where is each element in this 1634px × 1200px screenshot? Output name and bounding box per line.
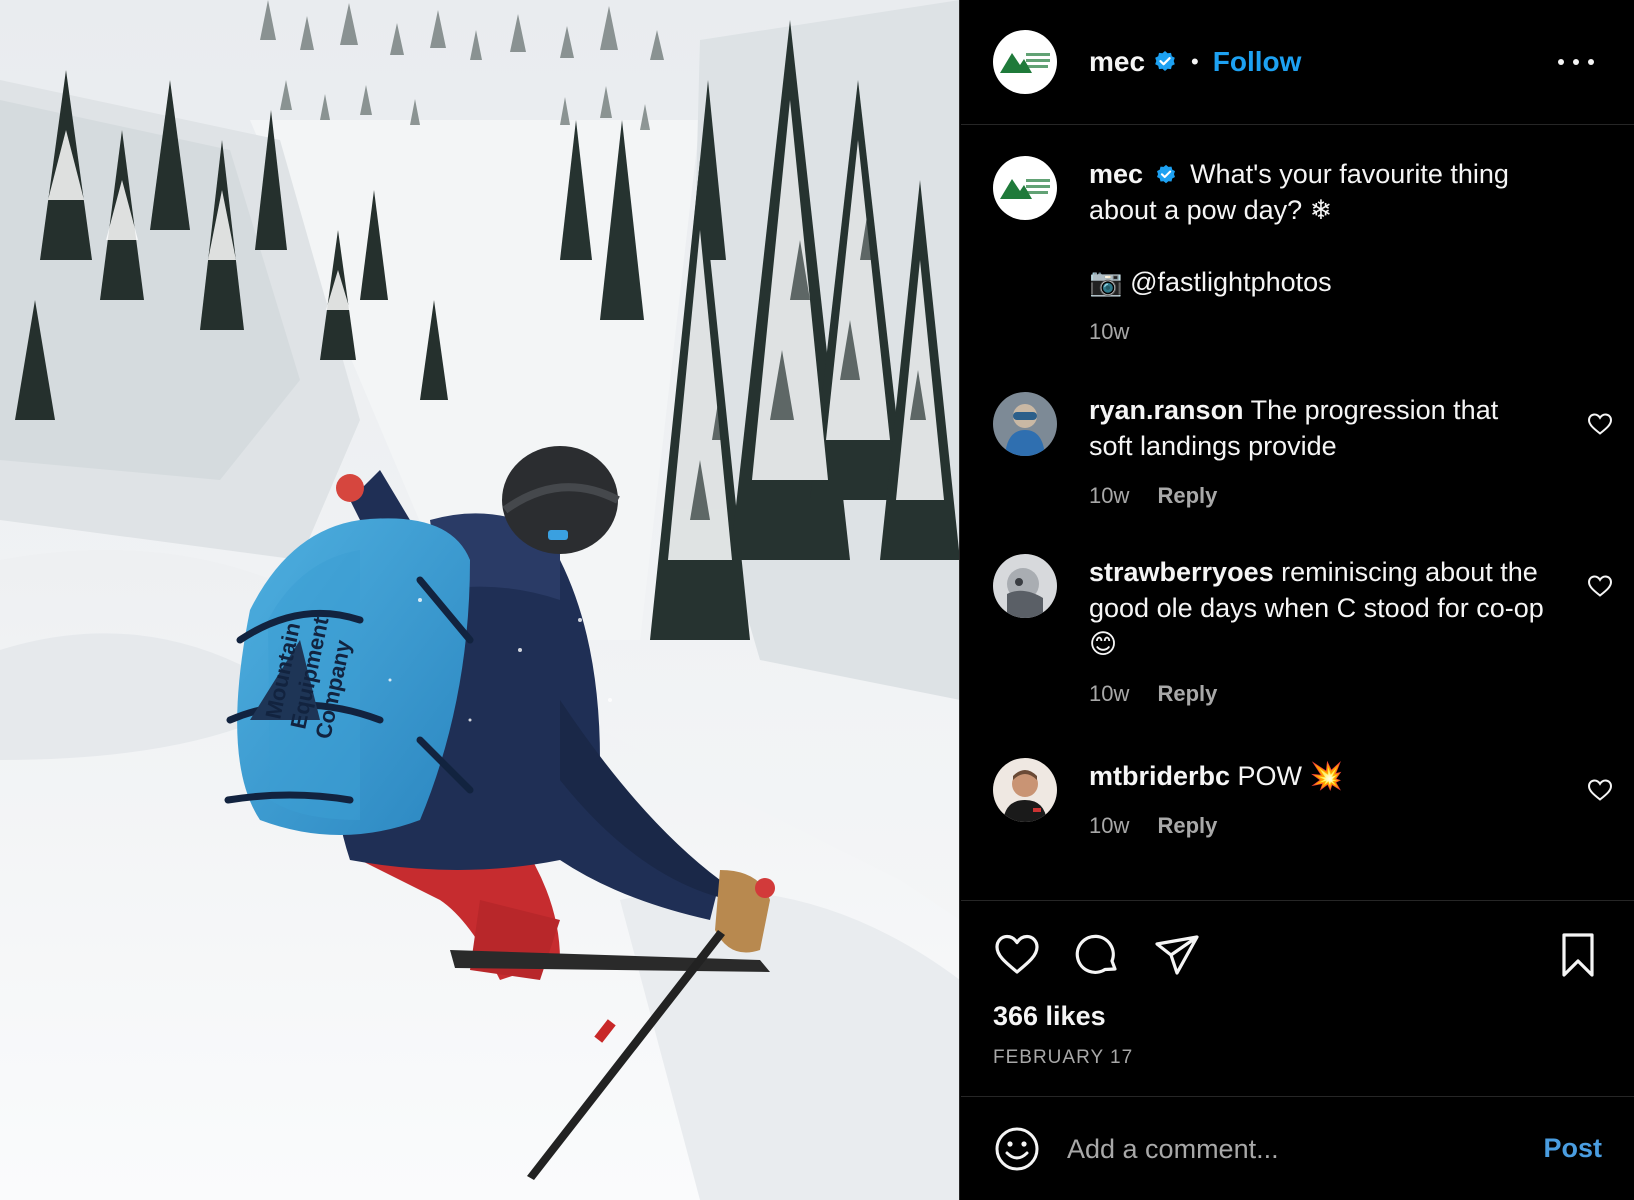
heart-icon[interactable] — [993, 931, 1041, 979]
post-date: FEBRUARY 17 — [993, 1047, 1134, 1068]
comment-text: POW 💥 — [1237, 761, 1344, 791]
caption-text: What's your favourite thing about a pow … — [1089, 159, 1509, 225]
separator-dot: • — [1191, 49, 1199, 74]
reply-button[interactable]: Reply — [1157, 681, 1217, 706]
post-photo[interactable]: Mountain Equipment Company — [0, 0, 960, 1200]
reply-button[interactable]: Reply — [1157, 813, 1217, 838]
caption-avatar[interactable] — [993, 156, 1057, 220]
comment-like-heart-icon[interactable] — [1587, 574, 1613, 598]
verified-badge-icon — [1156, 164, 1175, 184]
emoji-icon[interactable] — [993, 1125, 1041, 1173]
comment-username[interactable]: mtbriderbc — [1089, 761, 1230, 791]
comment-body: strawberryoes reminiscing about the good… — [1089, 554, 1549, 712]
comment-username[interactable]: ryan.ranson — [1089, 395, 1244, 425]
header-username[interactable]: mec — [1089, 46, 1145, 78]
comment-body: mtbriderbc POW 💥 10w Reply — [1089, 758, 1549, 844]
caption-body: mec What's your favourite thing about a … — [1089, 156, 1549, 350]
post-header: mec • Follow — [961, 0, 1634, 125]
post-image: Mountain Equipment Company — [0, 0, 959, 1200]
comment-like-heart-icon[interactable] — [1587, 778, 1613, 802]
post-comment-button[interactable]: Post — [1543, 1133, 1602, 1164]
comment-meta: 10w Reply — [1089, 478, 1549, 514]
comment-composer: Post — [961, 1096, 1634, 1200]
caption-time: 10w — [1089, 319, 1130, 344]
comment-time: 10w — [1089, 681, 1130, 706]
mec-logo — [1000, 179, 1050, 199]
action-bar: 366 likes FEBRUARY 17 — [961, 900, 1634, 1096]
post-side-panel: mec • Follow mec What's your favourite t… — [961, 0, 1634, 1200]
comment-icon[interactable] — [1073, 931, 1121, 979]
commenter-avatar[interactable] — [993, 392, 1057, 456]
verified-badge-icon — [1155, 51, 1175, 71]
mec-logo — [1000, 53, 1050, 73]
like-count[interactable]: 366 likes — [993, 1001, 1106, 1032]
account-avatar[interactable] — [993, 30, 1057, 94]
avatar-mtbriderbc — [993, 758, 1057, 822]
comment-meta: 10w Reply — [1089, 808, 1549, 844]
bookmark-icon[interactable] — [1554, 931, 1602, 979]
comments-list[interactable]: mec What's your favourite thing about a … — [961, 126, 1634, 900]
comment-meta: 10w Reply — [1089, 676, 1549, 712]
commenter-avatar[interactable] — [993, 758, 1057, 822]
comment-like-heart-icon[interactable] — [1587, 412, 1613, 436]
comment-input[interactable] — [1067, 1123, 1497, 1175]
instagram-post-view: Mountain Equipment Company mec • Follow … — [0, 0, 1634, 1200]
avatar-ryan — [993, 392, 1057, 456]
share-icon[interactable] — [1153, 931, 1201, 979]
caption-username[interactable]: mec — [1089, 159, 1143, 189]
comment-time: 10w — [1089, 483, 1130, 508]
reply-button[interactable]: Reply — [1157, 483, 1217, 508]
follow-button[interactable]: Follow — [1213, 46, 1302, 78]
more-options-icon[interactable] — [1558, 48, 1594, 76]
comment-time: 10w — [1089, 813, 1130, 838]
commenter-avatar[interactable] — [993, 554, 1057, 618]
comment-body: ryan.ranson The progression that soft la… — [1089, 392, 1549, 514]
avatar-strawberryoes — [993, 554, 1057, 618]
comment-username[interactable]: strawberryoes — [1089, 557, 1274, 587]
caption-credit[interactable]: 📷 @fastlightphotos — [1089, 264, 1549, 300]
